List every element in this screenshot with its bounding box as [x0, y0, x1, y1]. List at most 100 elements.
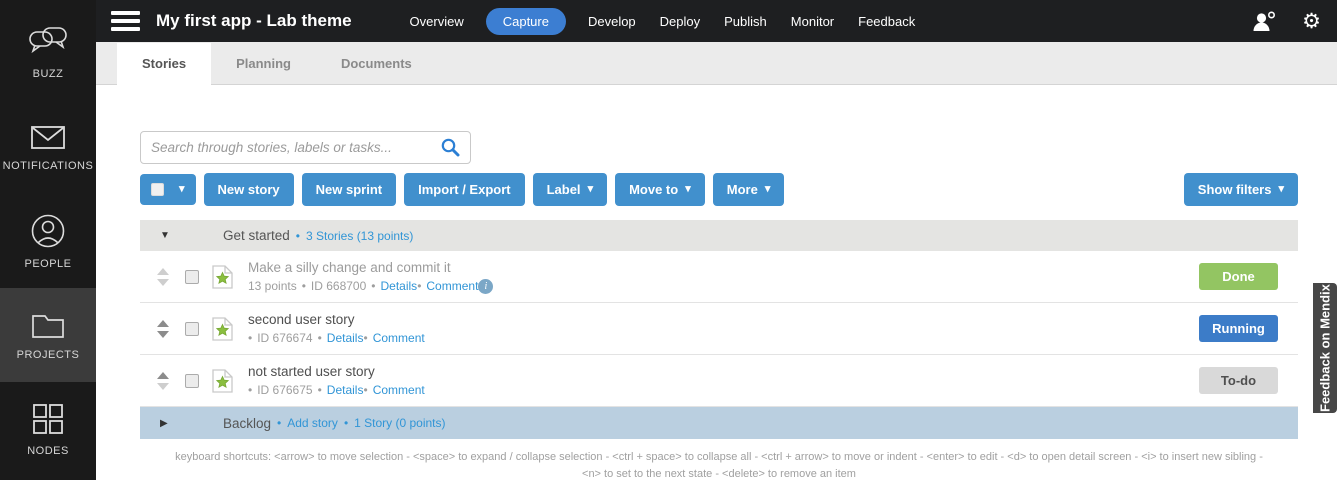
- story-meta: 13 points • ID 668700 • Details • Commen…: [248, 278, 1199, 294]
- nav-item-feedback[interactable]: Feedback: [856, 8, 917, 35]
- feedback-on-mendix-tab[interactable]: Feedback on Mendix: [1313, 283, 1337, 413]
- nav-item-publish[interactable]: Publish: [722, 8, 769, 35]
- show-filters-button[interactable]: Show filters ▾: [1183, 173, 1298, 206]
- comment-link[interactable]: Comment: [426, 279, 478, 293]
- story-row: not started user story • ID 676675 • Det…: [140, 355, 1298, 407]
- move-up-icon[interactable]: [157, 371, 169, 379]
- caret-down-icon: ▾: [764, 183, 771, 195]
- select-all-checkbox[interactable]: [151, 183, 164, 196]
- story-meta: • ID 676675 • Details • Comment: [248, 383, 1199, 397]
- status-badge[interactable]: Done: [1199, 263, 1278, 290]
- comment-link[interactable]: Comment: [373, 383, 425, 397]
- sidebar-item-label: BUZZ: [32, 68, 64, 80]
- person-circle-icon: [30, 213, 66, 249]
- sidebar-item-label: NOTIFICATIONS: [2, 159, 94, 172]
- story-star-icon: [212, 316, 233, 341]
- bullet-separator: •: [363, 383, 368, 397]
- hamburger-menu-icon[interactable]: [111, 7, 140, 35]
- info-icon[interactable]: i: [478, 278, 494, 294]
- search-box: [140, 131, 471, 164]
- profile-icon[interactable]: [1252, 10, 1276, 32]
- move-down-icon[interactable]: [157, 278, 169, 286]
- story-checkbox[interactable]: [185, 373, 199, 388]
- top-bar-icons: ⚙: [1252, 11, 1321, 32]
- story-id: ID 676674: [257, 331, 313, 345]
- story-checkbox[interactable]: [185, 321, 199, 336]
- tab-strip: Stories Planning Documents: [96, 42, 1337, 85]
- tab-documents[interactable]: Documents: [316, 43, 437, 85]
- sidebar-item-label: PROJECTS: [16, 348, 80, 361]
- bullet-separator: •: [363, 331, 368, 345]
- keyboard-shortcuts-help: keyboard shortcuts: <arrow> to move sele…: [175, 451, 1263, 480]
- bullet-separator: •: [317, 383, 322, 397]
- chat-bubbles-icon: [28, 26, 68, 59]
- move-down-icon[interactable]: [157, 382, 169, 390]
- sprint-header-get-started: ▼ Get started • 3 Stories (13 points): [140, 220, 1298, 251]
- more-button-text: More: [726, 182, 758, 197]
- search-button[interactable]: [441, 138, 460, 157]
- expand-toggle-icon[interactable]: ▶: [160, 418, 171, 429]
- more-dropdown-button[interactable]: More ▾: [712, 173, 785, 206]
- top-bar: My first app - Lab theme Overview Captur…: [96, 0, 1337, 42]
- move-up-icon[interactable]: [157, 319, 169, 327]
- add-story-link[interactable]: Add story: [287, 416, 338, 430]
- reorder-arrows: [156, 371, 170, 390]
- sidebar-item-nodes[interactable]: NODES: [0, 382, 96, 476]
- details-link[interactable]: Details: [327, 331, 364, 345]
- label-dropdown-button[interactable]: Label ▾: [532, 173, 608, 206]
- bullet-separator: •: [371, 279, 376, 293]
- bullet-separator: •: [343, 416, 349, 430]
- backlog-stories-count-link[interactable]: 1 Story (0 points): [354, 416, 445, 430]
- nav-item-capture[interactable]: Capture: [485, 7, 566, 35]
- sprint-stories-count-link[interactable]: 3 Stories (13 points): [306, 229, 413, 243]
- story-title: not started user story: [248, 364, 375, 379]
- new-story-button[interactable]: New story: [203, 173, 294, 206]
- details-link[interactable]: Details: [327, 383, 364, 397]
- import-export-button[interactable]: Import / Export: [404, 173, 525, 206]
- sidebar-item-people[interactable]: PEOPLE: [0, 194, 96, 288]
- sidebar-item-label: PEOPLE: [24, 257, 72, 270]
- bullet-separator: •: [248, 331, 253, 345]
- app-sidebar: BUZZ NOTIFICATIONS PEOPLE PROJECTS NODES: [0, 0, 96, 480]
- tab-planning[interactable]: Planning: [211, 43, 316, 85]
- move-up-icon[interactable]: [157, 267, 169, 275]
- move-to-button-text: Move to: [629, 182, 679, 197]
- story-text: Make a silly change and commit it 13 poi…: [248, 260, 1199, 294]
- story-row: Make a silly change and commit it 13 poi…: [140, 251, 1298, 303]
- move-to-dropdown-button[interactable]: Move to ▾: [615, 173, 705, 206]
- sidebar-item-notifications[interactable]: NOTIFICATIONS: [0, 100, 96, 194]
- sidebar-item-buzz[interactable]: BUZZ: [0, 6, 96, 100]
- caret-down-icon: ▾: [587, 183, 594, 195]
- nav-item-deploy[interactable]: Deploy: [658, 8, 702, 35]
- caret-down-icon: ▾: [179, 183, 185, 195]
- story-text: not started user story • ID 676675 • Det…: [248, 364, 1199, 397]
- nav-item-develop[interactable]: Develop: [586, 8, 638, 35]
- nav-item-overview[interactable]: Overview: [408, 8, 466, 35]
- move-down-icon[interactable]: [157, 330, 169, 338]
- tab-stories[interactable]: Stories: [117, 43, 212, 85]
- status-badge[interactable]: To-do: [1199, 367, 1278, 394]
- bullet-separator: •: [277, 416, 282, 430]
- backlog-name: Backlog: [223, 415, 272, 431]
- status-badge[interactable]: Running: [1199, 315, 1278, 342]
- collapse-toggle-icon[interactable]: ▼: [160, 230, 171, 241]
- story-meta: • ID 676674 • Details • Comment: [248, 331, 1199, 345]
- folder-icon: [29, 310, 67, 340]
- caret-down-icon: ▾: [1278, 183, 1284, 195]
- comment-link[interactable]: Comment: [373, 331, 425, 345]
- story-checkbox[interactable]: [185, 269, 199, 284]
- bullet-separator: •: [317, 331, 322, 345]
- search-input[interactable]: [151, 140, 433, 155]
- sidebar-item-projects[interactable]: PROJECTS: [0, 288, 96, 382]
- grid-squares-icon: [31, 402, 65, 436]
- nav-item-monitor[interactable]: Monitor: [789, 8, 836, 35]
- story-id: ID 668700: [310, 279, 367, 293]
- bullet-separator: •: [301, 279, 306, 293]
- details-link[interactable]: Details: [381, 279, 418, 293]
- new-sprint-button[interactable]: New sprint: [301, 173, 397, 206]
- bullet-separator: •: [295, 228, 300, 243]
- story-title: second user story: [248, 312, 355, 327]
- gear-icon[interactable]: ⚙: [1302, 11, 1321, 32]
- select-all-dropdown-button[interactable]: ▾: [140, 174, 196, 205]
- bullet-separator: •: [248, 383, 253, 397]
